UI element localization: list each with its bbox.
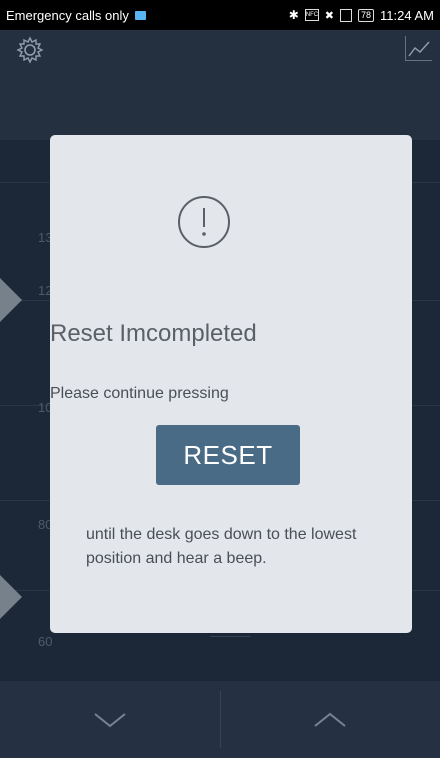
dialog-title: Reset Imcompleted (50, 320, 257, 347)
mute-icon: ✖ (324, 8, 335, 22)
carrier-text: Emergency calls only (6, 7, 129, 23)
nfc-icon: NFC (304, 9, 319, 21)
exclamation-circle-icon (177, 195, 231, 249)
bluetooth-icon: ✱ (288, 8, 299, 22)
clock-time: 11:24 AM (380, 7, 434, 23)
notification-icon (134, 10, 146, 20)
dialog-instruction: Please continue pressing (50, 385, 229, 402)
status-bar: Emergency calls only ✱ NFC ✖ 78 11:24 AM (0, 0, 440, 30)
sim-icon (340, 8, 353, 22)
battery-indicator: 78 (358, 8, 375, 22)
reset-button[interactable]: RESET (156, 425, 300, 485)
dialog-detail: until the desk goes down to the lowest p… (86, 526, 357, 567)
